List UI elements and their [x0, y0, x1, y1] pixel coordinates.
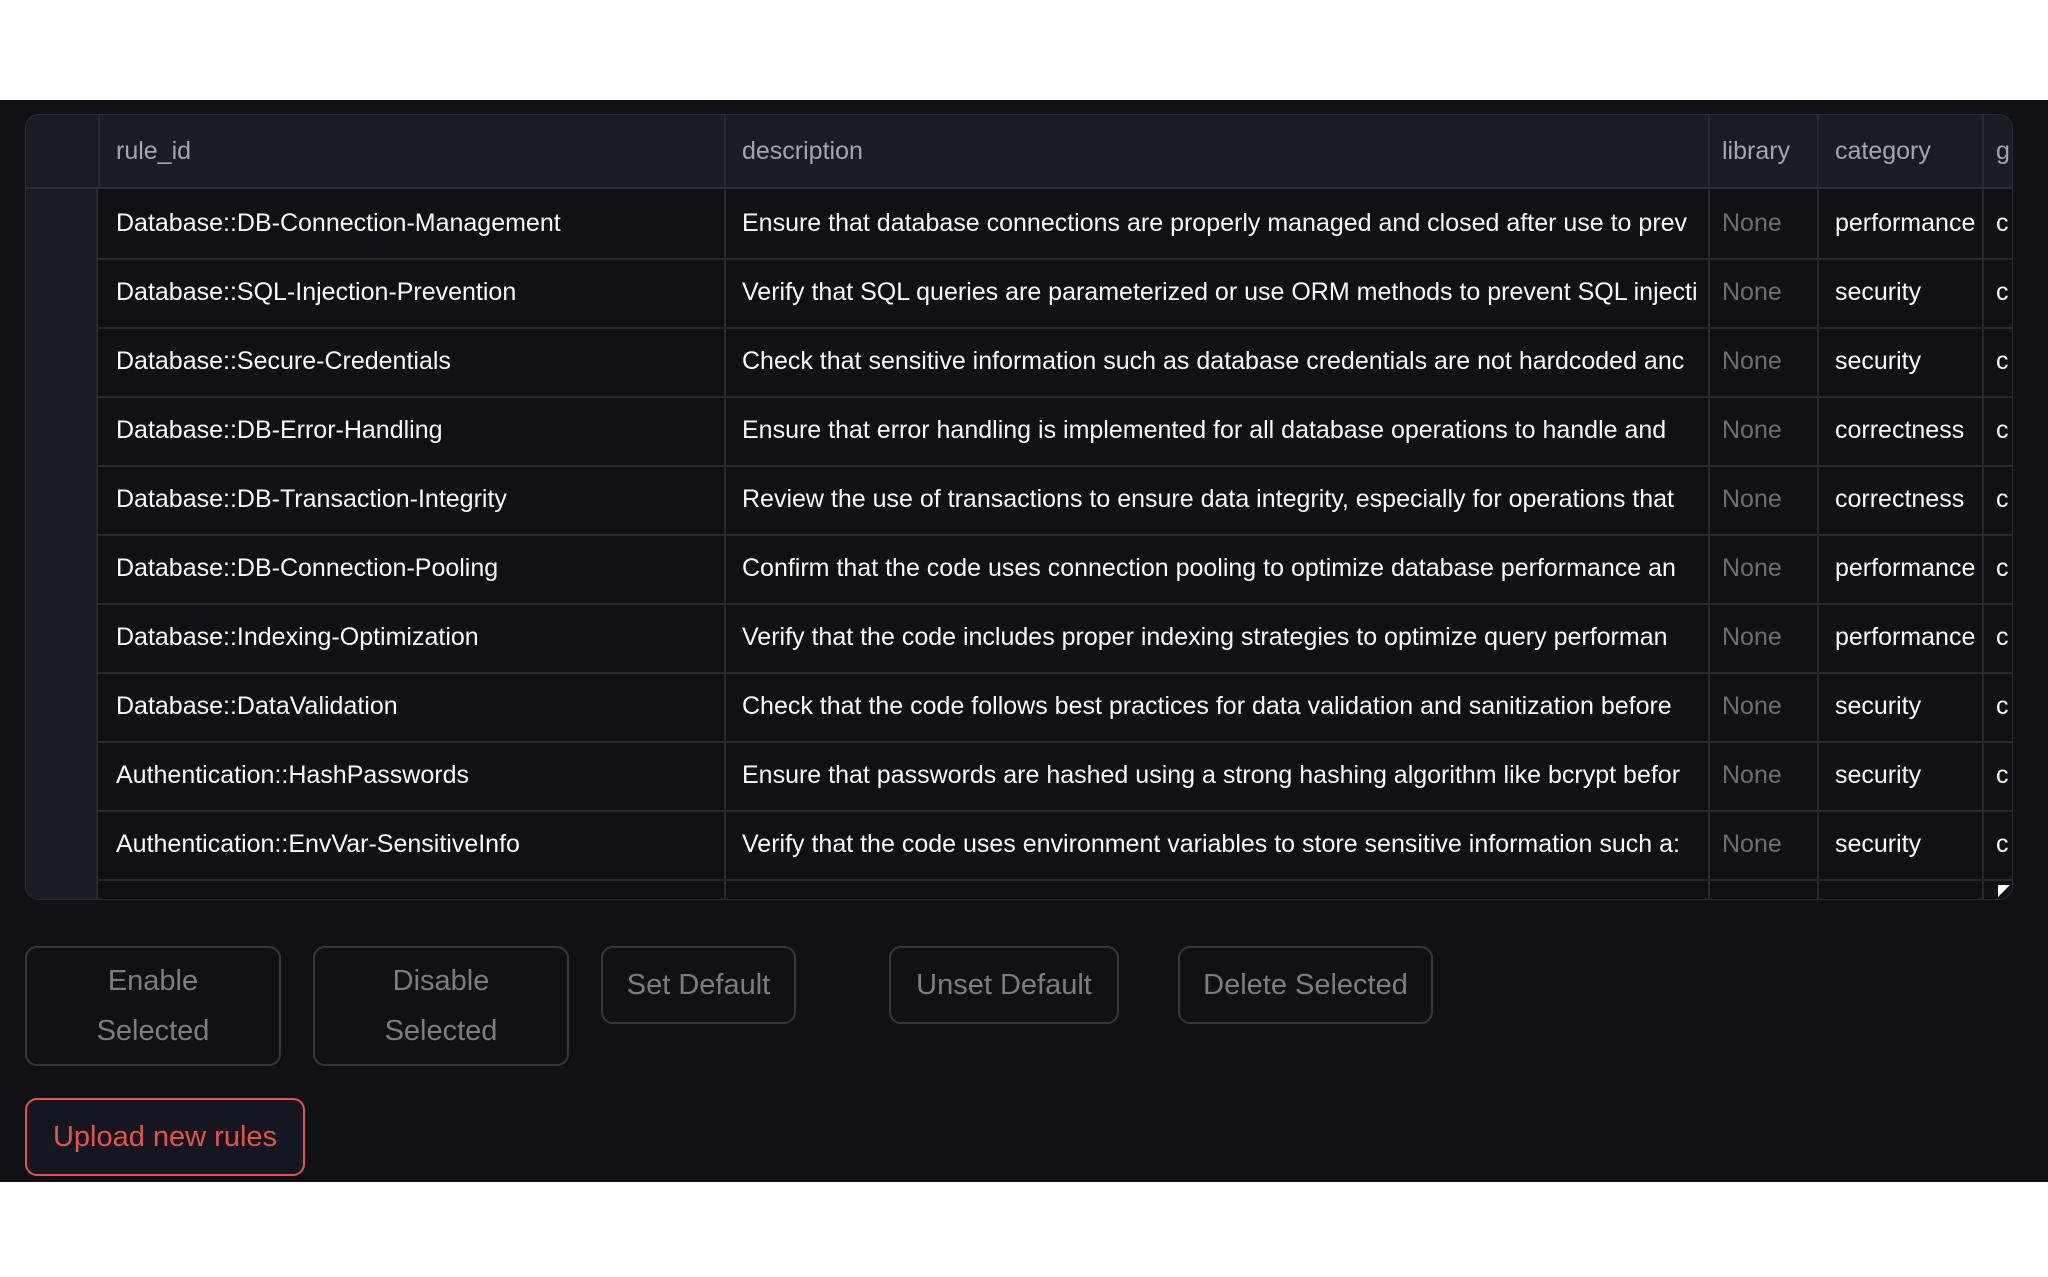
row-selector[interactable] — [26, 465, 98, 534]
row-selector[interactable] — [26, 741, 98, 810]
rules-table[interactable]: rule_id description library category g D… — [25, 114, 2013, 900]
cell-g[interactable]: c — [1984, 672, 2012, 741]
cell-g[interactable]: c — [1984, 465, 2012, 534]
table-row[interactable]: Database::DB-Connection-Management Ensure… — [26, 189, 2012, 260]
cell-description[interactable]: Review the use of transactions to ensure… — [726, 465, 1710, 534]
table-row[interactable]: Authentication::EnvVar-SensitiveInfo Veri… — [26, 810, 2012, 881]
cell-g[interactable]: c — [1984, 603, 2012, 672]
row-selector[interactable] — [26, 603, 98, 672]
column-header-description[interactable]: description — [726, 115, 1710, 187]
cell-g[interactable]: c — [1984, 534, 2012, 603]
cell-category[interactable]: security — [1819, 741, 1984, 810]
row-selector[interactable] — [26, 258, 98, 327]
cell-library[interactable]: None — [1710, 465, 1819, 534]
cell-category[interactable]: performance — [1819, 534, 1984, 603]
cell-description[interactable]: Verify that the code includes proper ind… — [726, 603, 1710, 672]
row-selector[interactable] — [26, 810, 98, 879]
cell-g[interactable]: c — [1984, 327, 2012, 396]
row-selector[interactable] — [26, 672, 98, 741]
cell-category[interactable]: security — [1819, 810, 1984, 879]
cell-category[interactable]: performance — [1819, 603, 1984, 672]
delete-selected-button[interactable]: Delete Selected — [1178, 946, 1433, 1024]
cell-rule-id[interactable]: Database::DataValidation — [100, 672, 726, 741]
cell-category[interactable]: security — [1819, 258, 1984, 327]
table-row[interactable]: Database::DB-Connection-Pooling Confirm t… — [26, 534, 2012, 605]
cell-category[interactable]: security — [1819, 327, 1984, 396]
cell-rule-id[interactable]: Database::SQL-Injection-Prevention — [100, 258, 726, 327]
cell-rule-id[interactable] — [100, 879, 726, 899]
cell-library[interactable]: None — [1710, 672, 1819, 741]
disable-selected-button[interactable]: Disable Selected — [313, 946, 569, 1066]
column-header-g[interactable]: g — [1984, 115, 2012, 187]
cell-rule-id[interactable]: Database::DB-Connection-Pooling — [100, 534, 726, 603]
row-selector[interactable] — [26, 189, 98, 258]
cell-category[interactable]: performance — [1819, 189, 1984, 258]
cell-library[interactable]: None — [1710, 603, 1819, 672]
upload-new-rules-button[interactable]: Upload new rules — [25, 1098, 305, 1176]
cell-library[interactable]: None — [1710, 741, 1819, 810]
cell-library[interactable] — [1710, 879, 1819, 899]
cell-description[interactable]: Verify that SQL queries are parameterize… — [726, 258, 1710, 327]
cell-category[interactable]: security — [1819, 672, 1984, 741]
cell-category[interactable]: correctness — [1819, 396, 1984, 465]
cell-rule-id[interactable]: Database::Secure-Credentials — [100, 327, 726, 396]
cell-library[interactable]: None — [1710, 258, 1819, 327]
cell-description[interactable]: Ensure that error handling is implemente… — [726, 396, 1710, 465]
cell-description[interactable]: Check that the code follows best practic… — [726, 672, 1710, 741]
table-row[interactable]: Database::DB-Transaction-Integrity Review… — [26, 465, 2012, 536]
cell-rule-id[interactable]: Database::DB-Error-Handling — [100, 396, 726, 465]
set-default-button[interactable]: Set Default — [601, 946, 796, 1024]
cell-g[interactable]: c — [1984, 189, 2012, 258]
cell-g[interactable]: c — [1984, 741, 2012, 810]
resize-handle[interactable] — [1998, 885, 2010, 897]
cell-library[interactable]: None — [1710, 534, 1819, 603]
cell-category[interactable]: correctness — [1819, 465, 1984, 534]
app-panel: rule_id description library category g D… — [0, 100, 2048, 1182]
table-row[interactable]: Database::SQL-Injection-Prevention Verify… — [26, 258, 2012, 329]
row-selector[interactable] — [26, 534, 98, 603]
table-row[interactable]: Database::Indexing-Optimization Verify th… — [26, 603, 2012, 674]
cell-description[interactable]: Check that sensitive information such as… — [726, 327, 1710, 396]
cell-library[interactable]: None — [1710, 327, 1819, 396]
table-row[interactable]: Database::DataValidation Check that the c… — [26, 672, 2012, 743]
row-selector[interactable] — [26, 396, 98, 465]
cell-library[interactable]: None — [1710, 189, 1819, 258]
column-header-rule-id[interactable]: rule_id — [100, 115, 726, 187]
cell-library[interactable]: None — [1710, 810, 1819, 879]
cell-rule-id[interactable]: Database::DB-Connection-Management — [100, 189, 726, 258]
table-header: rule_id description library category g — [26, 115, 2012, 189]
cell-g[interactable]: c — [1984, 258, 2012, 327]
enable-selected-button[interactable]: Enable Selected — [25, 946, 281, 1066]
cell-library[interactable]: None — [1710, 396, 1819, 465]
column-header-library[interactable]: library — [1710, 115, 1819, 187]
table-row[interactable]: Authentication::HashPasswords Ensure that… — [26, 741, 2012, 812]
table-row[interactable]: Database::DB-Error-Handling Ensure that e… — [26, 396, 2012, 467]
cell-rule-id[interactable]: Database::Indexing-Optimization — [100, 603, 726, 672]
cell-rule-id[interactable]: Authentication::EnvVar-SensitiveInfo — [100, 810, 726, 879]
cell-description[interactable] — [726, 879, 1710, 899]
cell-g[interactable]: c — [1984, 396, 2012, 465]
cell-description[interactable]: Confirm that the code uses connection po… — [726, 534, 1710, 603]
cell-description[interactable]: Verify that the code uses environment va… — [726, 810, 1710, 879]
cell-description[interactable]: Ensure that passwords are hashed using a… — [726, 741, 1710, 810]
cell-category[interactable] — [1819, 879, 1984, 899]
table-row[interactable]: Database::Secure-Credentials Check that s… — [26, 327, 2012, 398]
row-selector[interactable] — [26, 879, 98, 899]
unset-default-button[interactable]: Unset Default — [889, 946, 1119, 1024]
cell-rule-id[interactable]: Database::DB-Transaction-Integrity — [100, 465, 726, 534]
cell-description[interactable]: Ensure that database connections are pro… — [726, 189, 1710, 258]
cell-g[interactable]: c — [1984, 810, 2012, 879]
column-header-category[interactable]: category — [1819, 115, 1984, 187]
index-header[interactable] — [26, 115, 100, 187]
row-selector[interactable] — [26, 327, 98, 396]
cell-rule-id[interactable]: Authentication::HashPasswords — [100, 741, 726, 810]
table-row-partial[interactable] — [26, 879, 2012, 899]
